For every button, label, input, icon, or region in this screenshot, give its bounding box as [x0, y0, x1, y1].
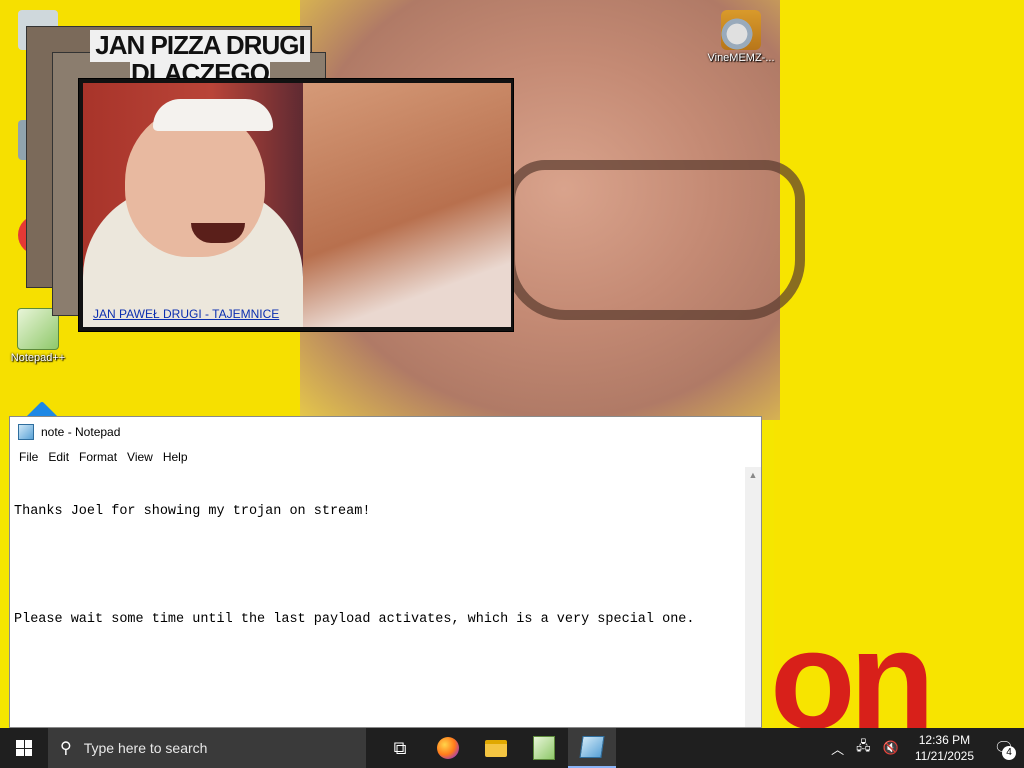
window-title: note - Notepad — [41, 425, 121, 439]
search-icon: ⚲ — [60, 740, 72, 757]
menu-view[interactable]: View — [124, 450, 160, 464]
meme-window-main[interactable]: JAN PAWEŁ DRUGI - TAJEMNICE — [78, 78, 514, 332]
meme-photo: JAN PAWEŁ DRUGI - TAJEMNICE — [83, 83, 511, 327]
scroll-up-arrow-icon[interactable]: ▲ — [745, 467, 761, 483]
desktop-icon-vinememz[interactable]: VineMEMZ-... — [703, 10, 779, 64]
text-editor-area[interactable]: Thanks Joel for showing my trojan on str… — [14, 467, 745, 727]
task-view-button[interactable]: ⧉ — [376, 728, 424, 768]
notepad-window[interactable]: note - Notepad File Edit Format View Hel… — [9, 416, 762, 728]
desktop-icon-label: VineMEMZ-... — [707, 52, 775, 64]
action-center-button[interactable]: 🗨 4 — [984, 728, 1024, 768]
system-tray: ︿ 🖧 🔇 12:36 PM 11/21/2025 🗨 4 — [825, 728, 1024, 768]
taskbar-notepad[interactable] — [568, 728, 616, 768]
meme-photo-cap — [153, 99, 273, 131]
notepadpp-icon — [533, 736, 555, 760]
notepad-titlebar[interactable]: note - Notepad — [10, 417, 761, 447]
meme-photo-woman — [303, 83, 511, 327]
wallpaper-glasses — [505, 160, 805, 320]
taskbar-search-box[interactable]: ⚲ Type here to search — [48, 728, 366, 768]
firefox-icon — [437, 737, 459, 759]
vertical-scrollbar[interactable]: ▲ — [745, 467, 761, 727]
taskbar-firefox[interactable] — [424, 728, 472, 768]
menu-edit[interactable]: Edit — [45, 450, 76, 464]
clock[interactable]: 12:36 PM 11/21/2025 — [905, 732, 984, 764]
text-line: Thanks Joel for showing my trojan on str… — [14, 504, 371, 519]
start-button[interactable] — [0, 728, 48, 768]
clock-date: 11/21/2025 — [914, 749, 974, 763]
text-line — [14, 557, 745, 575]
taskbar-notepadpp[interactable] — [520, 728, 568, 768]
network-icon[interactable]: 🖧 — [850, 737, 877, 759]
notification-badge: 4 — [1002, 746, 1016, 760]
menu-format[interactable]: Format — [76, 450, 124, 464]
wallpaper-red-text: on — [770, 630, 935, 730]
menu-bar: File Edit Format View Help — [10, 447, 761, 467]
windows-logo-icon — [16, 740, 32, 756]
taskbar: ⚲ Type here to search ⧉ ︿ 🖧 🔇 12:36 PM 1… — [0, 728, 1024, 768]
clock-time: 12:36 PM — [918, 733, 971, 747]
installer-shield-icon — [721, 10, 761, 50]
search-placeholder: Type here to search — [83, 740, 208, 756]
notepad-icon — [18, 424, 34, 440]
task-view-icon: ⧉ — [393, 737, 407, 758]
folder-icon — [485, 739, 507, 757]
volume-muted-icon[interactable]: 🔇 — [877, 740, 905, 756]
desktop-icon-notepadpp[interactable]: Notepad++ — [2, 308, 74, 364]
meme-caption-link[interactable]: JAN PAWEŁ DRUGI - TAJEMNICE — [93, 307, 279, 321]
desktop-icon-label: Notepad++ — [10, 352, 66, 364]
notepad-icon — [579, 736, 605, 758]
show-hidden-icons-chevron-up-icon[interactable]: ︿ — [825, 739, 850, 758]
text-line: Please wait some time until the last pay… — [14, 612, 695, 627]
menu-file[interactable]: File — [16, 450, 45, 464]
taskbar-file-explorer[interactable] — [472, 728, 520, 768]
menu-help[interactable]: Help — [160, 450, 195, 464]
